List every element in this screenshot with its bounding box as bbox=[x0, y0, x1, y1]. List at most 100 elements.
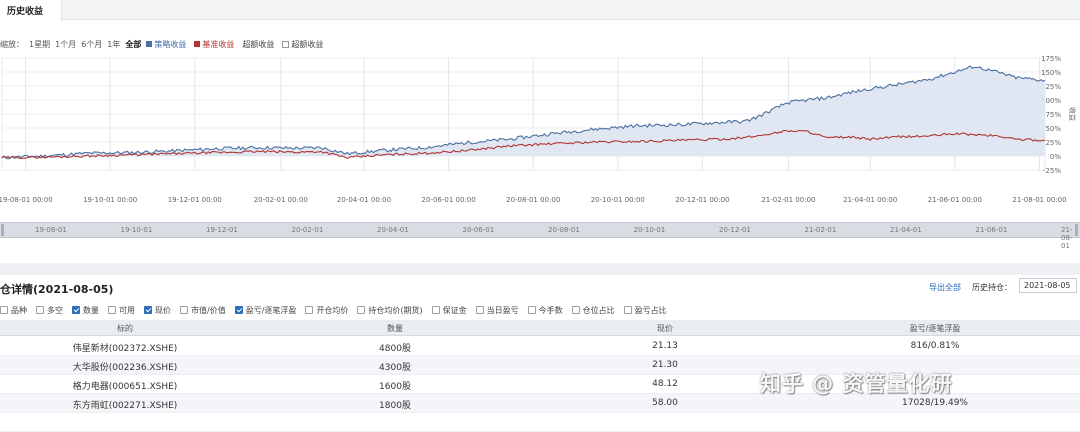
navigator-label: 21-04-01 bbox=[890, 226, 922, 234]
export-all-link[interactable]: 导出全部 bbox=[929, 282, 961, 293]
navigator-label: 20-02-01 bbox=[291, 226, 324, 234]
option-label: 盈亏/逐笔浮盈 bbox=[245, 305, 297, 315]
option-3[interactable]: 可用 bbox=[108, 305, 135, 316]
y-tick-label: -25% bbox=[1043, 167, 1061, 175]
range-navigator[interactable]: 19-08-01 19-10-01 19-12-01 20-02-01 20-04-01… bbox=[0, 222, 1080, 250]
cell-qty: 1600股 bbox=[379, 382, 411, 392]
x-tick-label: 20-04-01 00:00 bbox=[337, 196, 391, 204]
cell-symbol: 东方雨虹(002271.XSHE) bbox=[72, 401, 178, 411]
option-7[interactable]: 开仓均价 bbox=[305, 305, 348, 316]
option-checkbox[interactable] bbox=[431, 306, 440, 314]
col-qty-header[interactable]: 数量 bbox=[387, 323, 403, 334]
option-checkbox[interactable] bbox=[36, 306, 44, 314]
legend-benchmark-label: 基准收益 bbox=[202, 39, 235, 49]
legend-excess-2[interactable]: 超额收益 bbox=[282, 39, 323, 50]
option-checkbox[interactable] bbox=[180, 306, 188, 314]
navigator-label: 21-02-01 bbox=[804, 226, 837, 234]
option-8[interactable]: 持仓均价(期货) bbox=[357, 305, 423, 316]
option-1[interactable]: 多空 bbox=[36, 305, 63, 316]
navigator-label: 20-10-01 bbox=[633, 226, 666, 234]
legend-strategy-label: 策略收益 bbox=[154, 39, 187, 49]
navigator-label: 20-04-01 bbox=[377, 226, 409, 234]
option-checkbox[interactable] bbox=[0, 306, 8, 314]
x-tick-label: 21-08-01 00:00 bbox=[1012, 196, 1066, 204]
range-1m-button[interactable]: 1个月 bbox=[55, 39, 76, 50]
option-13[interactable]: 盈亏占比 bbox=[623, 305, 667, 316]
table-row[interactable]: 伟星新材(002372.XSHE) 4800股 21.13 816/0.81% bbox=[0, 337, 1080, 356]
legend-benchmark[interactable]: 基准收益 bbox=[194, 39, 234, 50]
col-price-header[interactable]: 现价 bbox=[657, 323, 673, 334]
y-tick-label: 25% bbox=[1045, 139, 1061, 147]
cell-price: 21.13 bbox=[652, 341, 678, 351]
range-6m-button[interactable]: 6个月 bbox=[81, 39, 102, 50]
option-4[interactable]: 现价 bbox=[144, 305, 171, 316]
option-label: 保证金 bbox=[442, 305, 467, 315]
option-10[interactable]: 当日盈亏 bbox=[475, 305, 519, 316]
navigator-label: 21-08-01 bbox=[1061, 226, 1073, 250]
excess-checkbox[interactable] bbox=[282, 40, 290, 48]
legend-strategy[interactable]: 策略收益 bbox=[146, 39, 186, 50]
range-1w-button[interactable]: 1星期 bbox=[29, 39, 50, 50]
option-11[interactable]: 今手数 bbox=[527, 305, 563, 316]
option-5[interactable]: 市值/价值 bbox=[180, 305, 226, 316]
option-label: 可用 bbox=[119, 305, 135, 315]
navigator-label: 20-06-01 bbox=[462, 226, 495, 234]
option-9[interactable]: 保证金 bbox=[431, 305, 467, 316]
cell-pnl: 816/0.81% bbox=[910, 341, 960, 351]
legend-excess-1[interactable]: 超额收益 bbox=[242, 39, 274, 50]
x-tick-label: 21-02-01 00:00 bbox=[761, 196, 815, 204]
column-options: 品种 多空 数量 可用 现价 市值/价值 盈亏/逐笔浮盈 开仓均价 持仓均价(期货) 保证金 当日盈… bbox=[0, 304, 676, 316]
option-2[interactable]: 数量 bbox=[72, 305, 99, 316]
option-checkbox[interactable] bbox=[234, 306, 243, 314]
x-tick-label: 19-10-01 00:00 bbox=[83, 196, 137, 204]
range-all-button[interactable]: 全部 bbox=[125, 39, 141, 50]
section-separator bbox=[0, 263, 1080, 275]
x-tick-label: 19-08-01 00:00 bbox=[0, 196, 53, 204]
option-label: 品种 bbox=[11, 305, 27, 315]
cell-qty: 4300股 bbox=[379, 363, 411, 373]
option-label: 多空 bbox=[47, 305, 63, 315]
table-header: 标的 数量 现价 盈亏/逐笔浮盈 bbox=[0, 320, 1080, 336]
option-checkbox[interactable] bbox=[527, 306, 536, 314]
col-pnl-header[interactable]: 盈亏/逐笔浮盈 bbox=[910, 323, 961, 334]
y-tick-label: 175% bbox=[1041, 55, 1061, 63]
table-row-partial[interactable] bbox=[0, 413, 1080, 432]
option-label: 盈亏占比 bbox=[634, 305, 667, 315]
option-checkbox[interactable] bbox=[357, 306, 366, 314]
x-tick-label: 19-12-01 00:00 bbox=[168, 196, 222, 204]
x-tick-label: 20-08-01 00:00 bbox=[506, 196, 560, 204]
option-label: 现价 bbox=[155, 305, 171, 315]
option-label: 当日盈亏 bbox=[486, 305, 519, 315]
option-checkbox[interactable] bbox=[144, 306, 152, 314]
cell-symbol: 格力电器(000651.XSHE) bbox=[72, 382, 178, 392]
watermark-logo: 知乎 @ 资管量化研 bbox=[760, 372, 953, 396]
x-tick-label: 20-06-01 00:00 bbox=[422, 196, 476, 204]
cell-qty: 4800股 bbox=[379, 344, 411, 354]
option-label: 市值/价值 bbox=[191, 305, 226, 315]
cell-symbol: 大华股份(002236.XSHE) bbox=[72, 363, 178, 373]
strategy-color-swatch bbox=[146, 41, 153, 47]
benchmark-color-swatch bbox=[194, 41, 201, 47]
option-12[interactable]: 仓位占比 bbox=[571, 305, 615, 316]
tab-history-returns[interactable]: 历史收益 bbox=[0, 0, 62, 21]
range-1y-button[interactable]: 1年 bbox=[107, 39, 120, 50]
col-symbol-header[interactable]: 标的 bbox=[117, 323, 133, 334]
y-axis-label: 收益 bbox=[1068, 107, 1077, 121]
zoom-label: 缩放： bbox=[0, 39, 24, 49]
option-checkbox[interactable] bbox=[108, 306, 116, 314]
option-checkbox[interactable] bbox=[305, 306, 314, 314]
navigator-left-handle[interactable] bbox=[1, 224, 4, 236]
option-label: 仓位占比 bbox=[582, 305, 615, 315]
option-checkbox[interactable] bbox=[623, 306, 632, 314]
x-tick-label: 20-02-01 00:00 bbox=[254, 196, 308, 204]
returns-chart[interactable]: 175%150%125%100%75%50%25%0%-25%收益19-08-0… bbox=[0, 52, 1080, 212]
cell-price: 58.00 bbox=[652, 398, 678, 408]
option-checkbox[interactable] bbox=[72, 306, 80, 314]
option-0[interactable]: 品种 bbox=[0, 305, 27, 316]
option-checkbox[interactable] bbox=[571, 306, 580, 314]
history-date-input[interactable]: 2021-08-05 bbox=[1019, 278, 1077, 293]
option-checkbox[interactable] bbox=[475, 306, 484, 314]
positions-title: 仓详情(2021-08-05) bbox=[0, 283, 114, 296]
option-6[interactable]: 盈亏/逐笔浮盈 bbox=[234, 305, 297, 316]
navigator-label: 19-12-01 bbox=[206, 226, 238, 234]
